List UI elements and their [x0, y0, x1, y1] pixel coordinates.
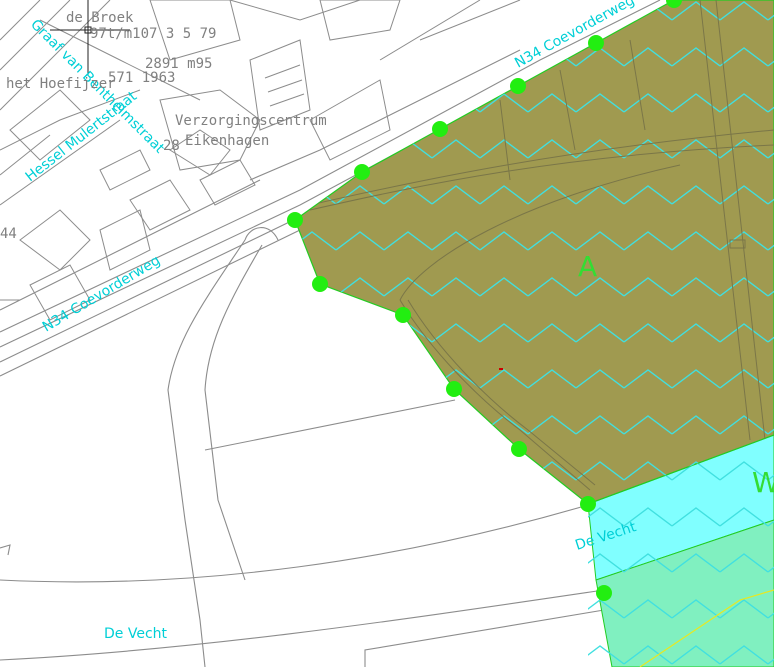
- green-dot-icon[interactable]: [511, 441, 527, 457]
- green-dot-icon[interactable]: [395, 307, 411, 323]
- building-label-het-hoefijzer: het Hoefijzer: [6, 76, 116, 92]
- zone-a-internal-lines: [295, 0, 774, 504]
- building-label-44: 44: [0, 226, 17, 242]
- street-label-n34-bottom: N34 Coevorderweg: [40, 253, 163, 336]
- green-dot-icon[interactable]: [580, 496, 596, 512]
- map-drawing: A W N34 Coevorderweg N34 Coevorderweg De…: [0, 0, 774, 667]
- building-label-top-code: de Broek: [66, 10, 134, 26]
- zone-w-label: W: [752, 466, 774, 499]
- building-label-eikenhagen: Eikenhagen: [185, 133, 269, 149]
- green-dot-icon[interactable]: [312, 276, 328, 292]
- building-label-971: 97t/m107 3 5 79: [90, 26, 216, 42]
- green-dot-icon[interactable]: [510, 78, 526, 94]
- green-dot-icon[interactable]: [588, 35, 604, 51]
- map-canvas[interactable]: A W N34 Coevorderweg N34 Coevorderweg De…: [0, 0, 774, 667]
- building-label-5711963: 571 1963: [108, 70, 175, 86]
- green-dot-icon[interactable]: [287, 212, 303, 228]
- green-dot-icon[interactable]: [446, 381, 462, 397]
- green-dot-icon[interactable]: [354, 164, 370, 180]
- red-marker: [499, 368, 503, 370]
- green-dot-icon[interactable]: [432, 121, 448, 137]
- building-label-28: 28: [163, 138, 180, 154]
- building-label-verzorgingscentrum: Verzorgingscentrum: [175, 113, 327, 129]
- green-dot-icon[interactable]: [596, 585, 612, 601]
- zone-a-label: A: [578, 250, 597, 283]
- street-label-de-vecht-bottom: De Vecht: [104, 626, 168, 642]
